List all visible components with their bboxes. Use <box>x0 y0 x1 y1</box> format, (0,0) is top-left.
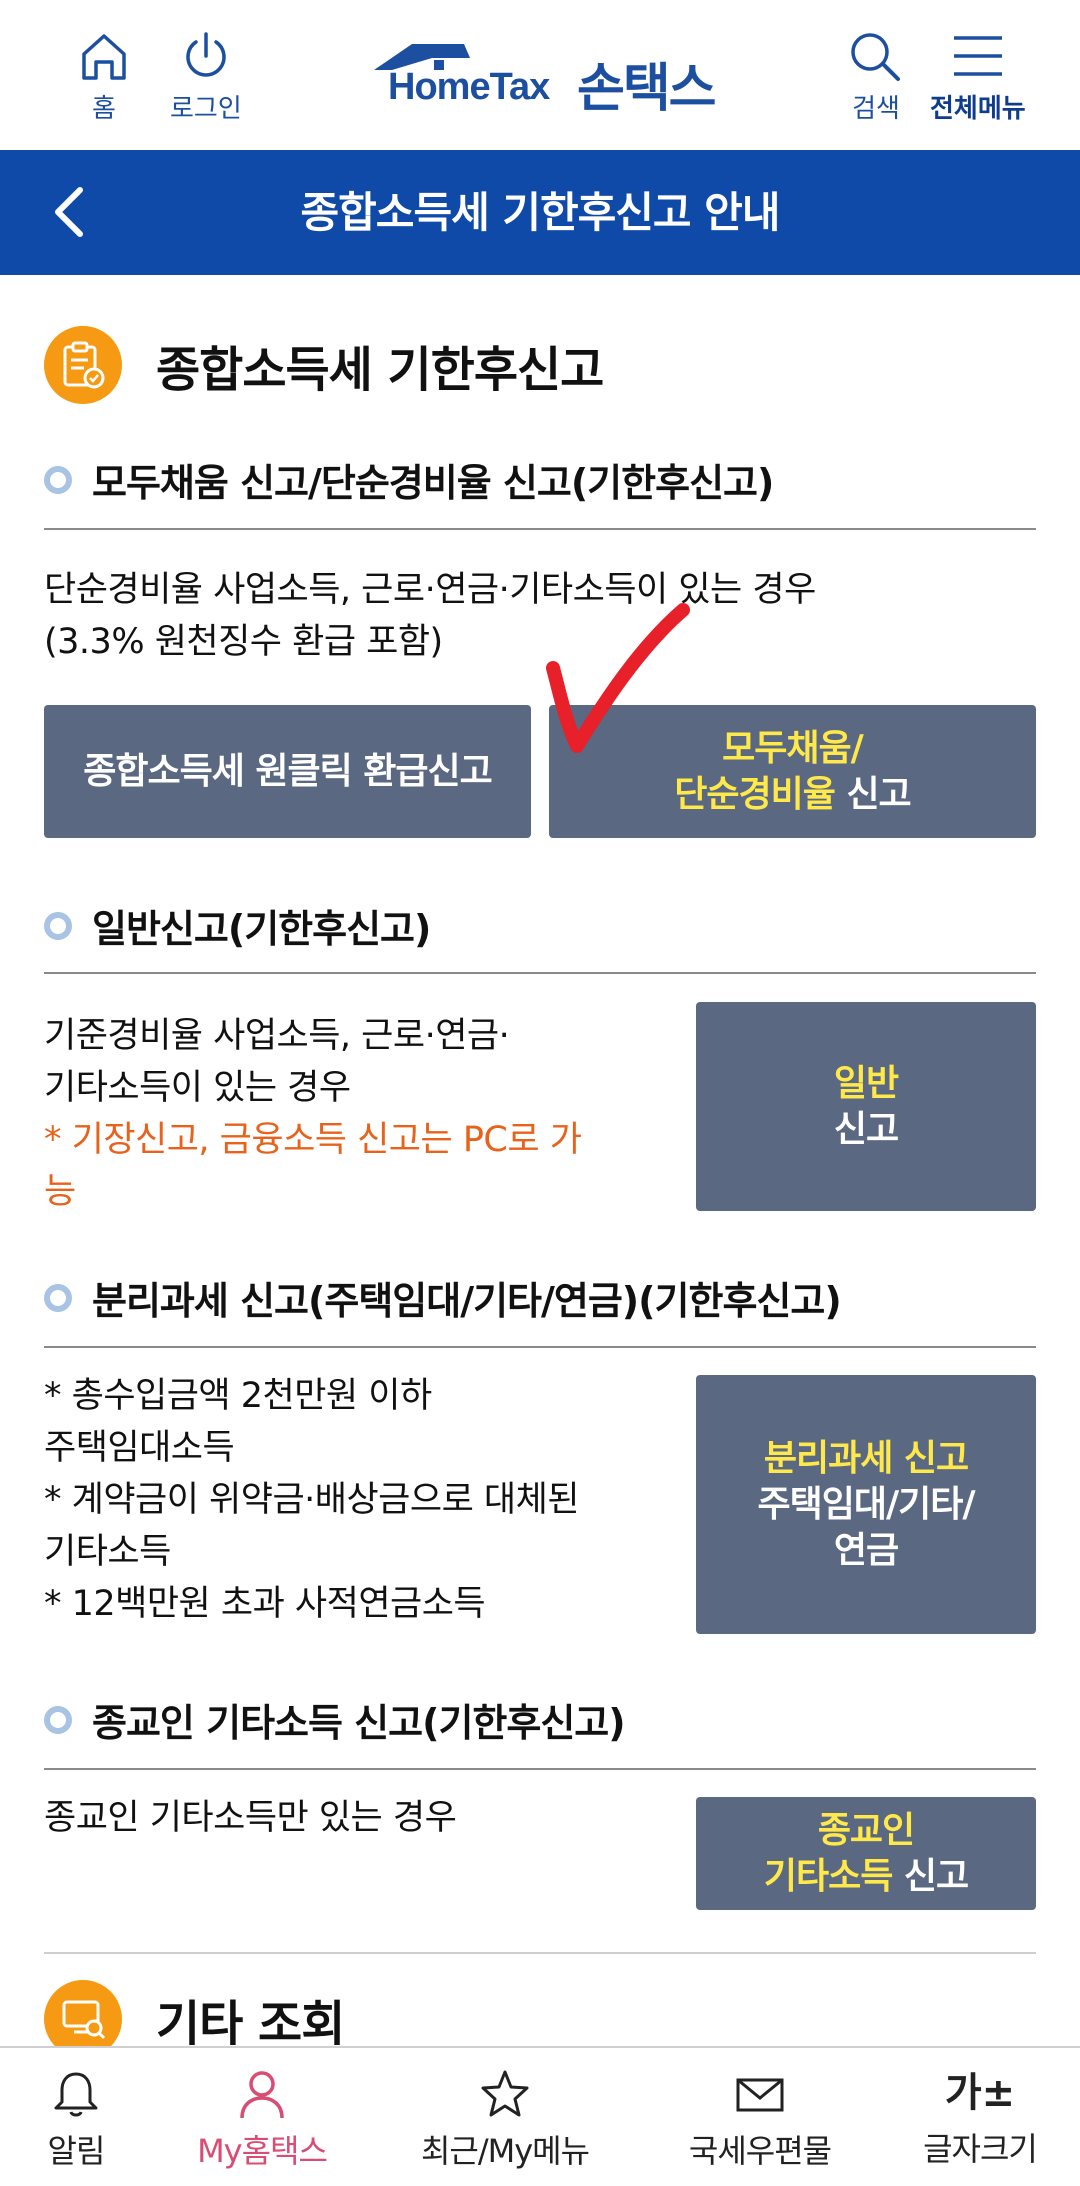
bullet-ring-icon <box>44 1283 72 1312</box>
star-icon <box>481 2070 529 2117</box>
red-checkmark-annotation <box>546 603 690 753</box>
nav-font-size-label: 글자크기 <box>923 2130 1038 2168</box>
bell-icon <box>54 2072 98 2117</box>
religious-income-filing-button[interactable]: 종교인 기타소득 신고 <box>696 1797 1036 1910</box>
description-line: 기타소득 <box>44 1532 171 1572</box>
nav-recent-label: 최근/My메뉴 <box>420 2132 590 2170</box>
description-separate: * 총수입금액 2천만원 이하 주택임대소득 * 계약금이 위약금·배상금으로 … <box>44 1370 580 1630</box>
divider <box>44 1768 1036 1770</box>
nav-tax-mail[interactable]: 국세우편물 <box>672 2068 848 2172</box>
subsection-header-modu: 모두채움 신고/단순경비율 신고(기한후신고) <box>44 452 774 507</box>
back-button[interactable] <box>40 182 100 242</box>
subsection-header-separate: 분리과세 신고(주택임대/기타/연금)(기한후신고) <box>44 1270 842 1325</box>
bottom-navigation: 알림 My홈택스 최근/My메뉴 국세우편물 가± 글자크기 <box>0 2046 1080 2186</box>
description-religious: 종교인 기타소득만 있는 경우 <box>44 1792 457 1844</box>
description-line: 주택임대소득 <box>44 1428 235 1468</box>
general-filing-button[interactable]: 일반 신고 <box>696 1002 1036 1211</box>
search-button[interactable]: 검색 <box>848 30 904 125</box>
description-line: * 12백만원 초과 사적연금소득 <box>44 1584 486 1624</box>
general-filing-label-line1: 일반 <box>833 1062 899 1104</box>
description-line: 기준경비율 사업소득, 근로·연금· <box>44 1016 510 1056</box>
pc-only-note-cont: 능 <box>44 1172 76 1212</box>
description-general: 기준경비율 사업소득, 근로·연금· 기타소득이 있는 경우 * 기장신고, 금… <box>44 1010 582 1218</box>
subsection-header-general: 일반신고(기한후신고) <box>44 898 431 953</box>
search-label: 검색 <box>852 94 900 124</box>
page-title: 종합소득세 기한후신고 안내 <box>300 188 781 237</box>
subsection-title-general: 일반신고(기한후신고) <box>92 907 431 951</box>
general-filing-label-line2: 신고 <box>833 1108 899 1150</box>
divider <box>44 1952 1036 1954</box>
nav-font-size[interactable]: 가± 글자크기 <box>900 2068 1060 2170</box>
nav-my-hometax[interactable]: My홈택스 <box>182 2068 342 2172</box>
home-label: 홈 <box>92 94 116 124</box>
religious-filing-label-highlight: 기타소득 <box>763 1855 893 1897</box>
envelope-icon <box>736 2078 784 2112</box>
full-menu-label: 전체메뉴 <box>930 94 1026 124</box>
section-title-other: 기타 조회 <box>156 1996 345 2052</box>
section-title-filing: 종합소득세 기한후신고 <box>156 342 604 398</box>
divider <box>44 972 1036 974</box>
home-icon <box>82 34 126 80</box>
separate-filing-label-line1: 분리과세 신고 <box>763 1437 969 1479</box>
nav-recent-my-menu[interactable]: 최근/My메뉴 <box>410 2068 600 2172</box>
description-line: 종교인 기타소득만 있는 경우 <box>44 1798 457 1838</box>
description-modu: 단순경비율 사업소득, 근로·연금·기타소득이 있는 경우 (3.3% 원천징수… <box>44 564 816 668</box>
oneclick-refund-button[interactable]: 종합소득세 원클릭 환급신고 <box>44 705 531 838</box>
chevron-left-icon <box>55 187 83 237</box>
hamburger-menu-icon <box>953 36 1002 76</box>
subsection-title-religious: 종교인 기타소득 신고(기한후신고) <box>92 1701 626 1745</box>
modu-filing-label-suffix: 신고 <box>834 773 911 815</box>
nav-my-hometax-label: My홈택스 <box>197 2132 328 2170</box>
font-size-icon: 가± <box>944 2070 1016 2116</box>
nav-alarm[interactable]: 알림 <box>28 2068 124 2172</box>
description-line: (3.3% 원천징수 환급 포함) <box>44 622 443 662</box>
nav-tax-mail-label: 국세우편물 <box>688 2132 832 2170</box>
section-header-filing: 종합소득세 기한후신고 <box>44 326 604 404</box>
pc-only-note: * 기장신고, 금융소득 신고는 PC로 가 <box>44 1120 582 1160</box>
search-icon <box>851 33 900 81</box>
clipboard-check-icon <box>44 326 122 404</box>
modu-filing-label-highlight: 단순경비율 <box>674 773 836 815</box>
title-bar: 종합소득세 기한후신고 안내 <box>0 150 1080 275</box>
description-line: * 계약금이 위약금·배상금으로 대체된 <box>44 1480 580 1520</box>
home-button[interactable]: 홈 <box>78 30 130 125</box>
hometax-logo[interactable]: HomeTax 손택스 <box>372 40 722 119</box>
subsection-title-modu: 모두채움 신고/단순경비율 신고(기한후신고) <box>92 461 774 505</box>
bullet-ring-icon <box>44 1705 72 1734</box>
login-button[interactable]: 로그인 <box>170 30 242 125</box>
description-line: * 총수입금액 2천만원 이하 <box>44 1376 432 1416</box>
subsection-title-separate: 분리과세 신고(주택임대/기타/연금)(기한후신고) <box>92 1279 842 1323</box>
modu-filing-label-line1: 모두채움/ <box>722 727 864 769</box>
divider <box>44 528 1036 530</box>
nav-alarm-label: 알림 <box>47 2132 106 2170</box>
oneclick-refund-label: 종합소득세 원클릭 환급신고 <box>83 750 493 792</box>
description-line: 단순경비율 사업소득, 근로·연금·기타소득이 있는 경우 <box>44 570 816 610</box>
separate-tax-filing-button[interactable]: 분리과세 신고 주택임대/기타/ 연금 <box>696 1375 1036 1634</box>
bullet-ring-icon <box>44 911 72 940</box>
top-header: 홈 로그인 HomeTax 손택스 검색 전체메뉴 <box>0 0 1080 150</box>
subsection-header-religious: 종교인 기타소득 신고(기한후신고) <box>44 1692 626 1747</box>
religious-filing-label-line1: 종교인 <box>817 1809 915 1851</box>
description-line: 기타소득이 있는 경우 <box>44 1068 351 1108</box>
bullet-ring-icon <box>44 465 72 494</box>
user-icon <box>240 2071 284 2119</box>
login-label: 로그인 <box>170 94 242 124</box>
separate-filing-label-line2: 주택임대/기타/ <box>757 1483 975 1525</box>
divider <box>44 1346 1036 1348</box>
power-icon <box>186 32 226 77</box>
separate-filing-label-line3: 연금 <box>833 1529 899 1571</box>
religious-filing-label-suffix: 신고 <box>892 1855 969 1897</box>
logo-english-text: HomeTax <box>388 66 550 108</box>
logo-korean-text: 손택스 <box>577 59 717 119</box>
full-menu-button[interactable]: 전체메뉴 <box>930 30 1026 125</box>
